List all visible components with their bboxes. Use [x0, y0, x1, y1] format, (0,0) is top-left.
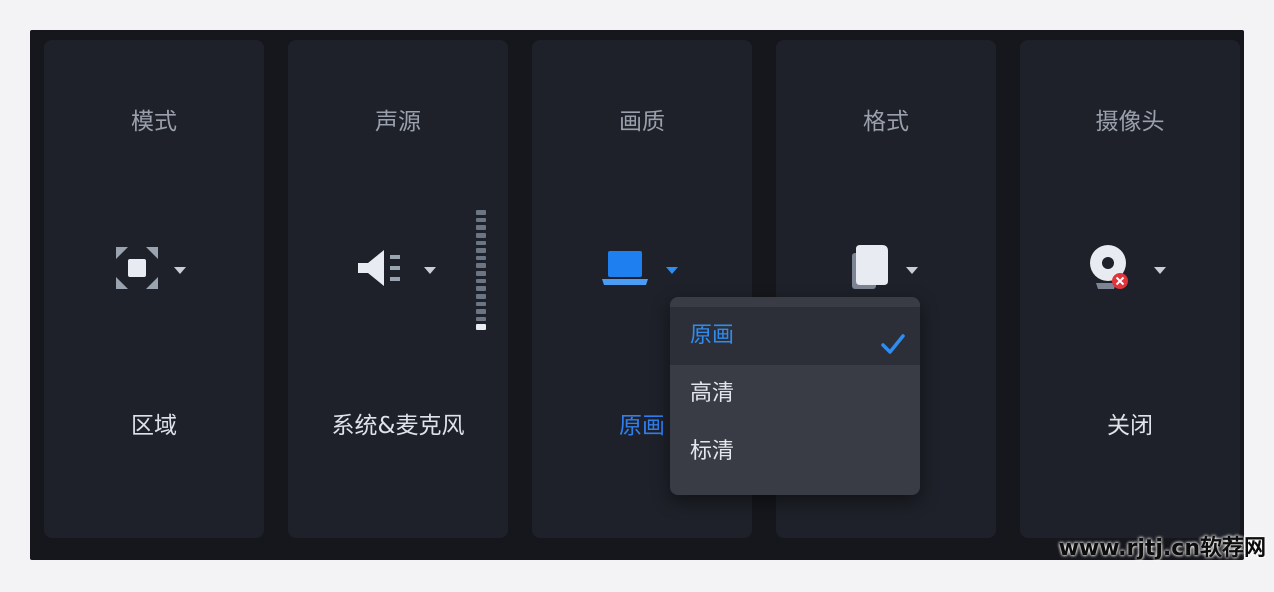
audio-source-selector[interactable] [354, 245, 436, 295]
chevron-down-icon [424, 266, 436, 274]
meter-segment [476, 301, 486, 307]
format-title: 格式 [863, 109, 909, 135]
quality-option-label: 标清 [690, 439, 735, 464]
quality-option-label: 高清 [690, 381, 735, 406]
audio-level-meter [476, 210, 486, 330]
watermark-text: www.rjtj.cn软荐网 [1058, 536, 1266, 561]
camera-card: 摄像头 关闭 [1020, 40, 1240, 538]
meter-segment [476, 248, 486, 253]
meter-segment [476, 271, 486, 276]
quality-option-hd[interactable]: 高清 [670, 365, 920, 423]
speaker-icon [354, 246, 410, 294]
audio-source-card: 声源 系统&麦克风 [288, 40, 508, 538]
meter-segment [476, 316, 486, 322]
meter-segment [476, 324, 486, 330]
quality-option-sd[interactable]: 标清 [670, 423, 920, 481]
recorder-settings-panel: 模式 区域 声源 系统&麦克风 画质 原画 格式 摄像头 关闭 原画 高清 标清 [30, 30, 1244, 560]
camera-title: 摄像头 [1095, 109, 1165, 135]
quality-option-label: 原画 [690, 323, 735, 348]
mode-card: 模式 区域 [44, 40, 264, 538]
quality-selector[interactable] [600, 245, 678, 295]
format-selector[interactable] [848, 245, 918, 295]
mode-value: 区域 [131, 413, 177, 439]
meter-segment [476, 210, 486, 215]
camera-selector[interactable] [1086, 245, 1166, 295]
camera-value: 关闭 [1107, 413, 1153, 439]
audio-source-value: 系统&麦克风 [331, 413, 465, 439]
mode-selector[interactable] [114, 245, 186, 295]
audio-source-title: 声源 [375, 109, 421, 135]
meter-segment [476, 286, 486, 291]
chevron-down-icon [666, 266, 678, 274]
meter-segment [476, 240, 486, 246]
quality-title: 画质 [619, 109, 665, 135]
mode-title: 模式 [131, 109, 177, 135]
laptop-quality-icon [600, 247, 652, 293]
meter-segment [476, 232, 486, 238]
meter-segment [476, 309, 486, 314]
chevron-down-icon [1154, 266, 1166, 274]
quality-option-original[interactable]: 原画 [670, 307, 920, 365]
document-format-icon [848, 243, 892, 297]
checkmark-icon [880, 321, 906, 354]
chevron-down-icon [906, 266, 918, 274]
webcam-off-icon [1086, 243, 1140, 297]
meter-segment [476, 217, 486, 223]
meter-segment [476, 225, 486, 230]
meter-segment [476, 293, 486, 299]
meter-segment [476, 278, 486, 284]
meter-segment [476, 263, 486, 268]
chevron-down-icon [174, 266, 186, 274]
meter-segment [476, 255, 486, 261]
quality-dropdown-menu: 原画 高清 标清 [670, 297, 920, 495]
region-select-icon [114, 245, 160, 295]
